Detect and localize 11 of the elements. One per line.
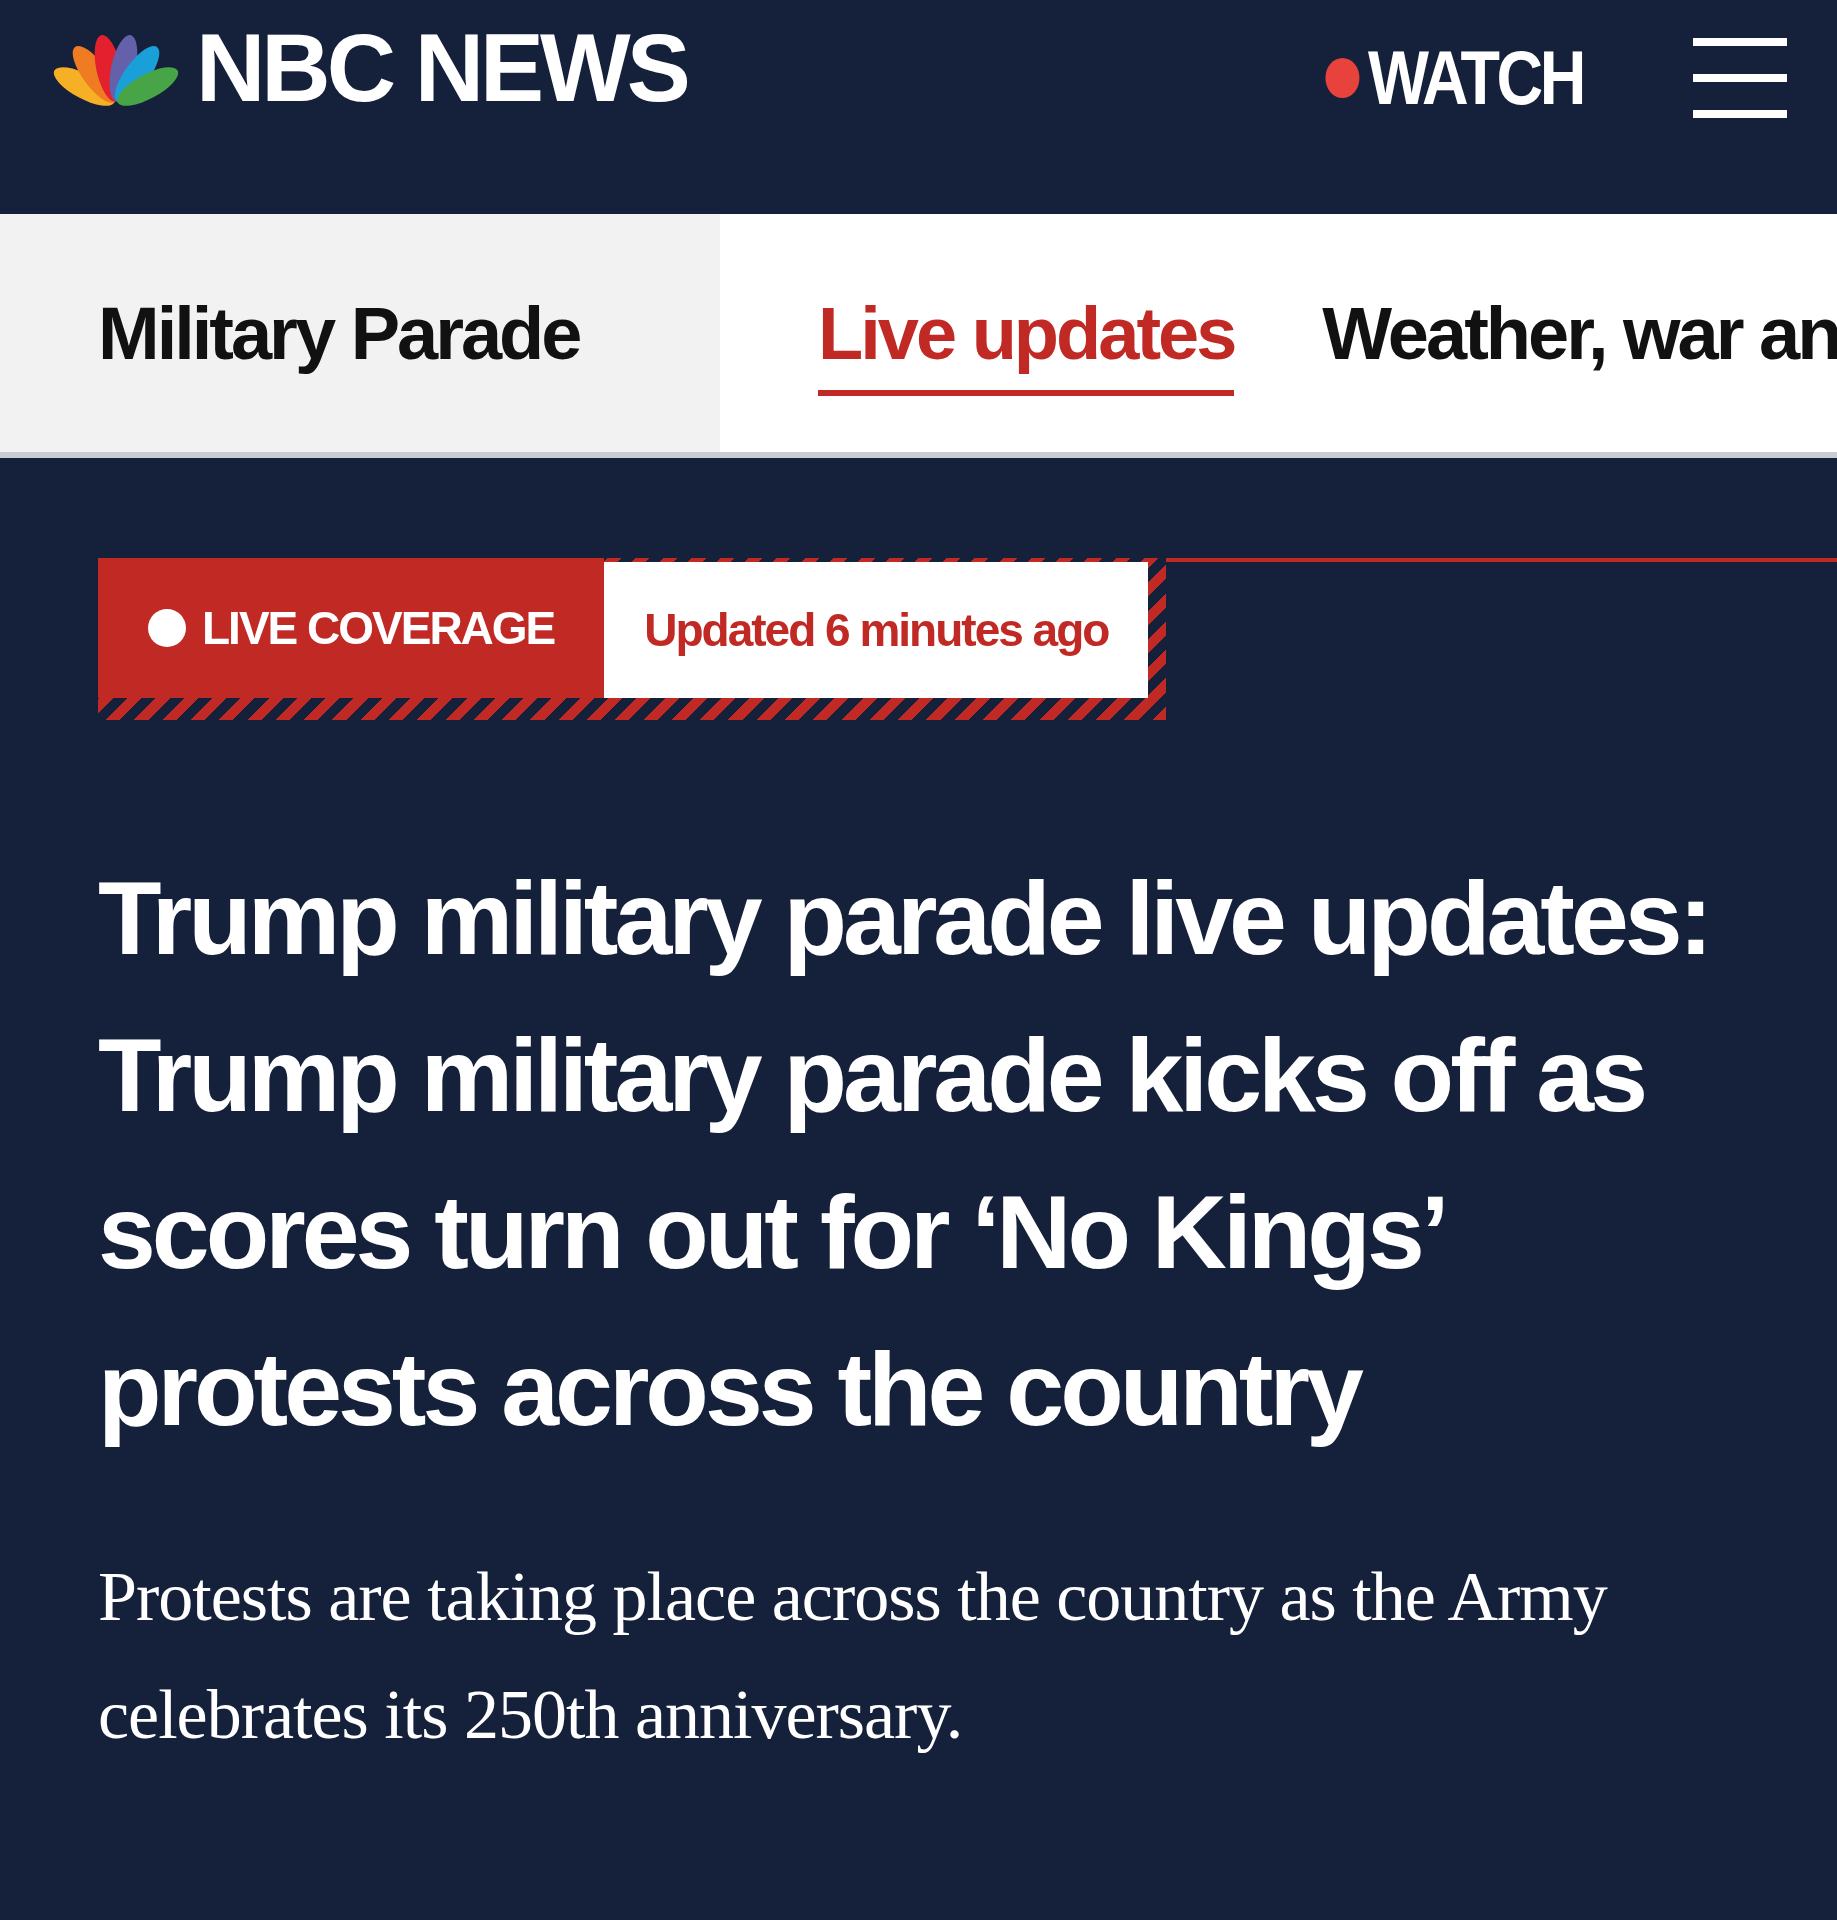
updated-time: Updated 6 minutes ago: [604, 562, 1149, 698]
headline: Trump military parade live updates: Trump military parade kicks off as scores turn out for ‘No Kings’ protests across the country: [98, 859, 1711, 1449]
lede-paragraph: Protests are taking place across the country as the Army celebrates its 250th anniversary.: [98, 1557, 1609, 1755]
nav-tab[interactable]: Live updates: [818, 276, 1235, 396]
live-coverage-label: LIVE COVERAGE: [202, 601, 555, 655]
menu-icon[interactable]: [1693, 37, 1787, 118]
live-dot-icon: [148, 609, 186, 647]
nav-tab[interactable]: Weather, war an: [1322, 276, 1837, 396]
watch-link[interactable]: WATCH: [1325, 34, 1583, 121]
site-logo[interactable]: NBC NEWS: [196, 20, 687, 116]
section-title[interactable]: Military Parade: [0, 214, 720, 452]
